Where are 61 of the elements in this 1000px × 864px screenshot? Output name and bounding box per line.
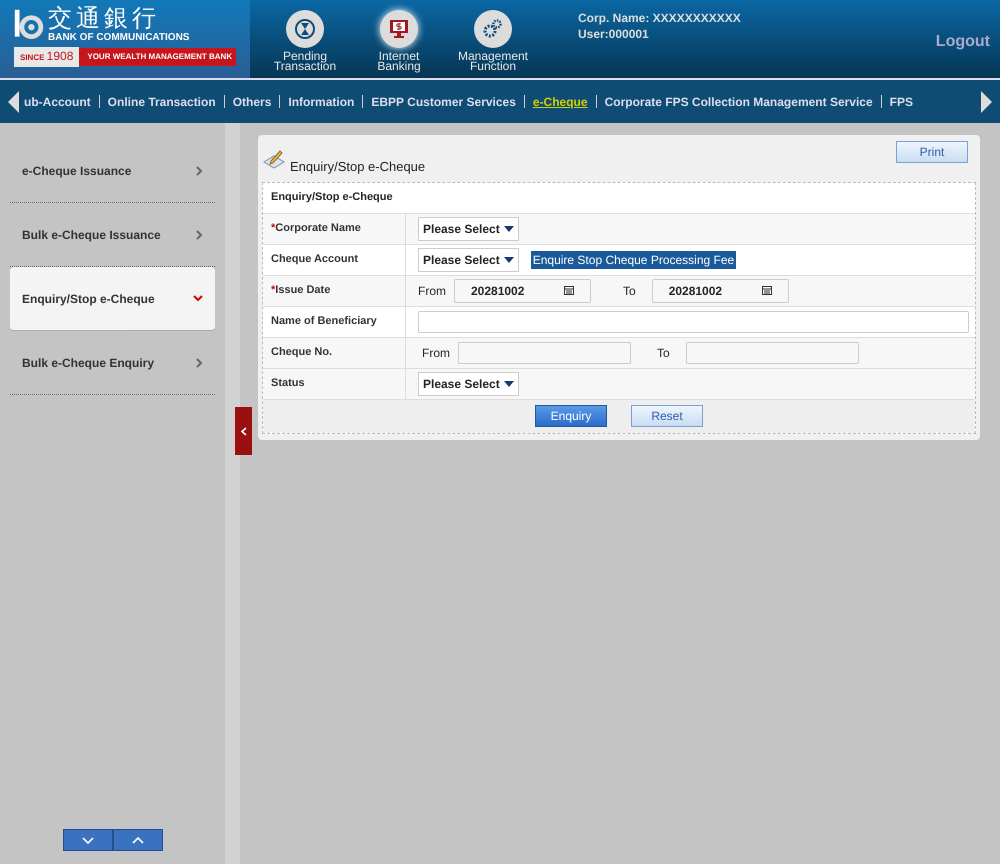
- pencil-note-icon: [262, 148, 286, 170]
- from-label: From: [422, 344, 450, 362]
- select-dropdown[interactable]: Please Select: [418, 372, 519, 396]
- logout-link[interactable]: Logout: [936, 0, 1000, 78]
- panel-title: Enquiry/Stop e-Cheque: [290, 158, 426, 176]
- dropdown-arrow-icon: [504, 226, 514, 232]
- select-dropdown[interactable]: Please Select: [418, 248, 519, 272]
- user-id: User:000001: [578, 26, 650, 42]
- collapse-sidebar-button[interactable]: [235, 407, 252, 455]
- since-label: SINCE 1908: [14, 47, 80, 67]
- menu-tab[interactable]: Information: [280, 92, 362, 110]
- chevron-right-icon: [196, 358, 203, 368]
- enquiry-button[interactable]: Enquiry: [535, 405, 607, 427]
- chevron-left-icon: [240, 426, 246, 436]
- scroll-down-button[interactable]: [63, 829, 113, 851]
- menu-tab[interactable]: e-Cheque: [524, 92, 596, 110]
- bank-name: BANK OF COMMUNICATIONS: [48, 32, 190, 44]
- scroll-right-icon[interactable]: [980, 90, 992, 112]
- text-field[interactable]: [686, 342, 859, 364]
- chevron-up-icon: [132, 836, 144, 844]
- menu-tab[interactable]: FPS: [882, 92, 921, 110]
- shortcut-button[interactable]: Pending Transaction: [258, 0, 352, 78]
- gears-icon: [482, 18, 504, 40]
- text-field[interactable]: [458, 342, 631, 364]
- chevron-down-icon: [82, 836, 94, 844]
- sidebar-item[interactable]: e-Cheque Issuance: [10, 139, 215, 203]
- menu-tab[interactable]: EBPP Customer Services: [363, 92, 524, 110]
- to-label: To: [623, 282, 636, 300]
- date-field[interactable]: 20281002: [652, 278, 789, 302]
- bank-logo-icon: [14, 8, 44, 40]
- calendar-icon[interactable]: [762, 286, 772, 295]
- menu-tab[interactable]: Others: [224, 92, 280, 110]
- fee-link[interactable]: Enquire Stop Cheque Processing Fee: [530, 250, 736, 268]
- sidebar-item[interactable]: Bulk e-Cheque Enquiry: [10, 331, 215, 395]
- shortcut-button[interactable]: Internet Banking: [352, 0, 446, 78]
- reset-button[interactable]: Reset: [631, 405, 703, 427]
- text-field[interactable]: [418, 310, 969, 332]
- scroll-up-button[interactable]: [113, 829, 163, 851]
- select-dropdown[interactable]: Please Select: [418, 216, 519, 240]
- date-field[interactable]: 20281002: [454, 278, 591, 302]
- corp-name: Corp. Name: XXXXXXXXXXX: [578, 10, 741, 26]
- calendar-icon[interactable]: [564, 286, 574, 295]
- dropdown-arrow-icon: [504, 256, 514, 262]
- hourglass-icon: [294, 18, 316, 40]
- sidebar-item[interactable]: Enquiry/Stop e-Cheque: [10, 267, 215, 331]
- bank-name: 交通銀行: [48, 4, 161, 32]
- monitor-icon: [388, 18, 410, 40]
- scroll-left-icon[interactable]: [8, 90, 20, 112]
- to-label: To: [657, 344, 670, 362]
- shortcut-button[interactable]: Management Function: [446, 0, 540, 78]
- form-title: Enquiry/Stop e-Cheque: [271, 190, 393, 206]
- slogan: YOUR WEALTH MANAGEMENT BANK: [87, 51, 232, 63]
- menu-tab[interactable]: Corporate FPS Collection Management Service: [596, 92, 881, 110]
- chevron-right-icon: [196, 230, 203, 240]
- chevron-down-icon: [193, 295, 203, 302]
- from-label: From: [418, 282, 446, 300]
- dropdown-arrow-icon: [504, 380, 514, 386]
- menu-tab[interactable]: ub-Account: [20, 92, 99, 110]
- print-button[interactable]: Print: [896, 141, 968, 163]
- menu-tab[interactable]: Online Transaction: [100, 92, 224, 110]
- chevron-right-icon: [196, 166, 203, 176]
